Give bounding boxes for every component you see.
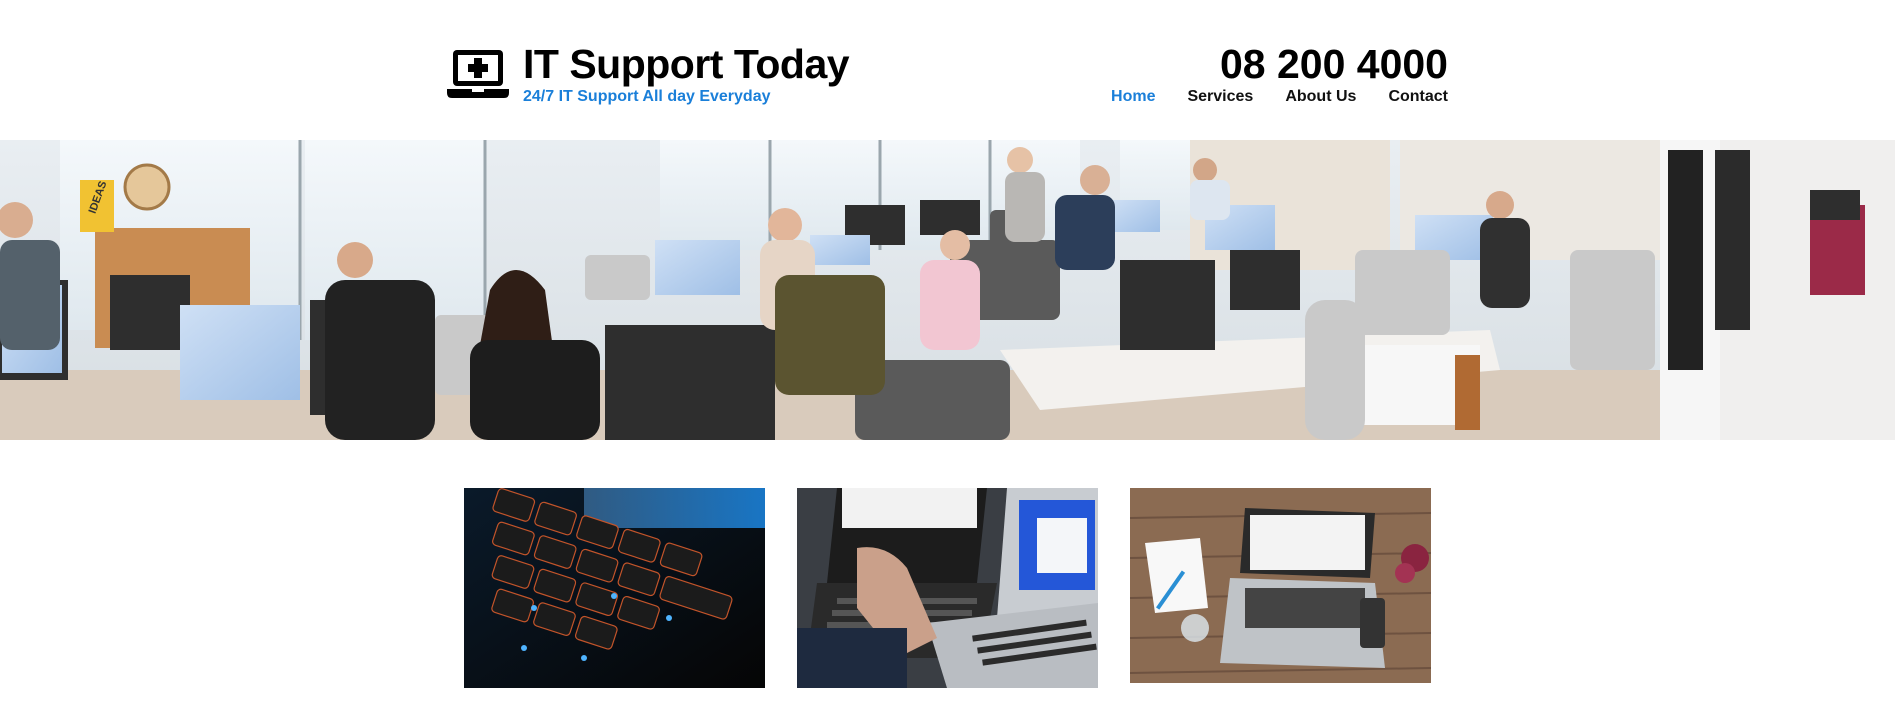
gallery-image-laptops[interactable] [797,488,1098,688]
hero-banner: IDEAS [0,140,1895,440]
phone-number[interactable]: 08 200 4000 [1220,40,1448,88]
gallery-image-desk[interactable] [1130,488,1431,683]
laptops-photo [797,488,1098,688]
image-gallery [464,488,1431,688]
nav-item-home[interactable]: Home [1111,88,1155,106]
site-header: IT Support Today 24/7 IT Support All day… [0,0,1895,140]
keyboard-photo [464,488,765,688]
laptop-medical-icon[interactable] [447,48,509,100]
nav-item-about-us[interactable]: About Us [1285,88,1356,106]
nav-item-contact[interactable]: Contact [1388,88,1448,106]
site-title[interactable]: IT Support Today [523,40,850,88]
main-nav: Home Services About Us Contact [1111,88,1448,106]
desk-photo [1130,488,1431,683]
office-photo: IDEAS [0,140,1895,440]
nav-item-services[interactable]: Services [1187,88,1253,106]
gallery-image-keyboard[interactable] [464,488,765,688]
brand-block: IT Support Today 24/7 IT Support All day… [523,40,850,106]
site-tagline: 24/7 IT Support All day Everyday [523,88,771,105]
